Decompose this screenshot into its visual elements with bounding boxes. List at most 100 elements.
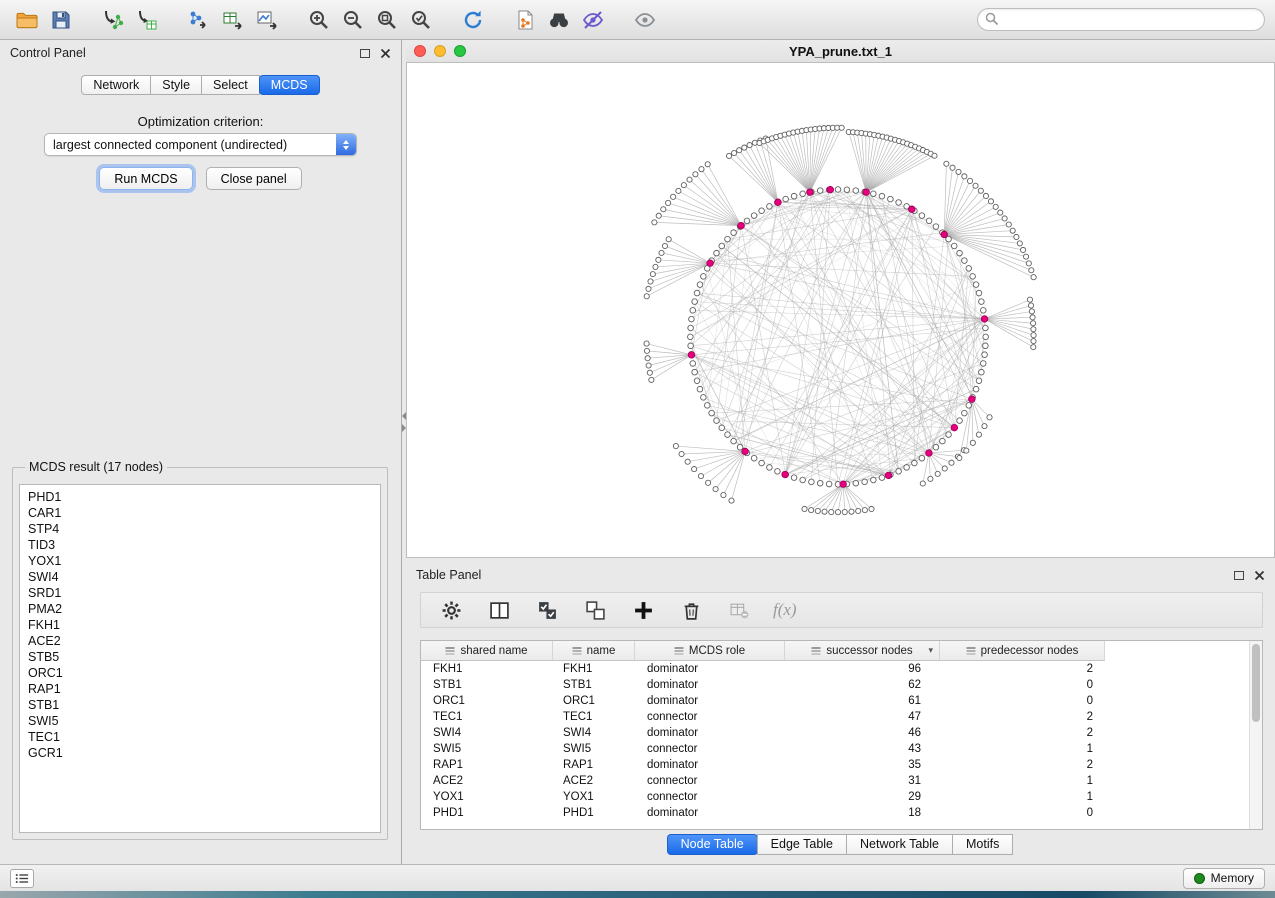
tab-edge-table[interactable]: Edge Table xyxy=(757,834,847,855)
hide-selected-button[interactable] xyxy=(576,5,610,35)
export-image-button[interactable] xyxy=(250,5,284,35)
window-minimize-button[interactable] xyxy=(434,45,446,57)
cell-mcds-role[interactable]: connector xyxy=(635,709,785,725)
clone-network-button[interactable] xyxy=(508,5,542,35)
column-header-name[interactable]: name xyxy=(553,641,635,661)
table-scrollbar-thumb[interactable] xyxy=(1252,644,1260,722)
table-row[interactable]: RAP1RAP1dominator352 xyxy=(421,757,1262,773)
mcds-result-item[interactable]: RAP1 xyxy=(28,681,372,697)
tab-network-table[interactable]: Network Table xyxy=(846,834,953,855)
search-network-button[interactable] xyxy=(542,5,576,35)
mcds-result-item[interactable]: SWI5 xyxy=(28,713,372,729)
cell-name[interactable]: PHD1 xyxy=(553,805,635,821)
cell-mcds-role[interactable]: dominator xyxy=(635,725,785,741)
cell-shared-name[interactable]: ORC1 xyxy=(421,693,553,709)
table-scrollbar[interactable] xyxy=(1249,641,1262,829)
cell-mcds-role[interactable]: connector xyxy=(635,789,785,805)
cell-successor-nodes[interactable]: 43 xyxy=(785,741,940,757)
cell-mcds-role[interactable]: dominator xyxy=(635,805,785,821)
float-panel-button[interactable] xyxy=(360,49,370,58)
cell-name[interactable]: RAP1 xyxy=(553,757,635,773)
select-all-button[interactable] xyxy=(533,596,561,624)
memory-button[interactable]: Memory xyxy=(1183,868,1265,889)
cell-name[interactable]: STB1 xyxy=(553,677,635,693)
save-session-button[interactable] xyxy=(44,5,78,35)
search-input[interactable] xyxy=(977,8,1265,31)
cell-predecessor-nodes[interactable]: 0 xyxy=(940,805,1105,821)
cell-shared-name[interactable]: YOX1 xyxy=(421,789,553,805)
mcds-result-item[interactable]: GCR1 xyxy=(28,745,372,761)
mcds-result-item[interactable]: SWI4 xyxy=(28,569,372,585)
show-columns-button[interactable] xyxy=(485,596,513,624)
mcds-result-item[interactable]: YOX1 xyxy=(28,553,372,569)
cell-shared-name[interactable]: TEC1 xyxy=(421,709,553,725)
mcds-result-list[interactable]: PHD1CAR1STP4TID3YOX1SWI4SRD1PMA2FKH1ACE2… xyxy=(19,484,381,833)
cell-successor-nodes[interactable]: 46 xyxy=(785,725,940,741)
cell-name[interactable]: SWI5 xyxy=(553,741,635,757)
table-settings-button[interactable] xyxy=(437,596,465,624)
mcds-result-item[interactable]: FKH1 xyxy=(28,617,372,633)
mcds-result-item[interactable]: TID3 xyxy=(28,537,372,553)
table-row[interactable]: STB1STB1dominator620 xyxy=(421,677,1262,693)
cell-successor-nodes[interactable]: 61 xyxy=(785,693,940,709)
window-maximize-button[interactable] xyxy=(454,45,466,57)
cell-predecessor-nodes[interactable]: 1 xyxy=(940,789,1105,805)
cell-predecessor-nodes[interactable]: 2 xyxy=(940,661,1105,677)
cell-mcds-role[interactable]: dominator xyxy=(635,693,785,709)
table-row[interactable]: SWI4SWI4dominator462 xyxy=(421,725,1262,741)
mcds-result-item[interactable]: CAR1 xyxy=(28,505,372,521)
export-network-button[interactable] xyxy=(182,5,216,35)
network-graph[interactable] xyxy=(407,63,1274,557)
cell-predecessor-nodes[interactable]: 1 xyxy=(940,773,1105,789)
tab-node-table[interactable]: Node Table xyxy=(667,834,758,855)
export-table-button[interactable] xyxy=(216,5,250,35)
cell-mcds-role[interactable]: connector xyxy=(635,741,785,757)
cell-shared-name[interactable]: FKH1 xyxy=(421,661,553,677)
column-header-shared-name[interactable]: shared name xyxy=(421,641,553,661)
tab-motifs[interactable]: Motifs xyxy=(952,834,1013,855)
cell-shared-name[interactable]: PHD1 xyxy=(421,805,553,821)
tab-network[interactable]: Network xyxy=(81,75,151,95)
cell-predecessor-nodes[interactable]: 0 xyxy=(940,693,1105,709)
table-row[interactable]: SWI5SWI5connector431 xyxy=(421,741,1262,757)
cell-mcds-role[interactable]: dominator xyxy=(635,757,785,773)
cell-shared-name[interactable]: SWI5 xyxy=(421,741,553,757)
mcds-result-item[interactable]: PHD1 xyxy=(28,489,372,505)
run-mcds-button[interactable]: Run MCDS xyxy=(99,167,192,190)
cell-successor-nodes[interactable]: 18 xyxy=(785,805,940,821)
mcds-result-item[interactable]: STP4 xyxy=(28,521,372,537)
zoom-selected-button[interactable] xyxy=(404,5,438,35)
float-table-panel-button[interactable] xyxy=(1234,571,1244,580)
table-row[interactable]: ORC1ORC1dominator610 xyxy=(421,693,1262,709)
delete-column-button[interactable] xyxy=(677,596,705,624)
table-row[interactable]: PHD1PHD1dominator180 xyxy=(421,805,1262,821)
column-header-predecessor-nodes[interactable]: predecessor nodes xyxy=(940,641,1105,661)
cell-successor-nodes[interactable]: 31 xyxy=(785,773,940,789)
zoom-fit-button[interactable] xyxy=(370,5,404,35)
import-network-button[interactable] xyxy=(96,5,130,35)
cell-successor-nodes[interactable]: 96 xyxy=(785,661,940,677)
close-table-panel-button[interactable] xyxy=(1254,570,1265,581)
zoom-in-button[interactable] xyxy=(302,5,336,35)
deselect-all-button[interactable] xyxy=(581,596,609,624)
cell-successor-nodes[interactable]: 62 xyxy=(785,677,940,693)
cell-name[interactable]: FKH1 xyxy=(553,661,635,677)
cell-successor-nodes[interactable]: 35 xyxy=(785,757,940,773)
table-row[interactable]: TEC1TEC1connector472 xyxy=(421,709,1262,725)
tab-mcds[interactable]: MCDS xyxy=(259,75,320,95)
mcds-result-item[interactable]: SRD1 xyxy=(28,585,372,601)
table-row[interactable]: FKH1FKH1dominator962 xyxy=(421,661,1262,677)
cell-predecessor-nodes[interactable]: 2 xyxy=(940,709,1105,725)
import-table-button[interactable] xyxy=(130,5,164,35)
show-all-button[interactable] xyxy=(628,5,662,35)
cell-predecessor-nodes[interactable]: 1 xyxy=(940,741,1105,757)
cell-shared-name[interactable]: STB1 xyxy=(421,677,553,693)
mcds-result-item[interactable]: TEC1 xyxy=(28,729,372,745)
open-session-button[interactable] xyxy=(10,5,44,35)
cell-mcds-role[interactable]: dominator xyxy=(635,661,785,677)
mcds-result-item[interactable]: PMA2 xyxy=(28,601,372,617)
cell-name[interactable]: SWI4 xyxy=(553,725,635,741)
column-header-MCDS-role[interactable]: MCDS role xyxy=(635,641,785,661)
show-panels-button[interactable] xyxy=(10,869,34,888)
network-canvas[interactable] xyxy=(406,62,1275,558)
